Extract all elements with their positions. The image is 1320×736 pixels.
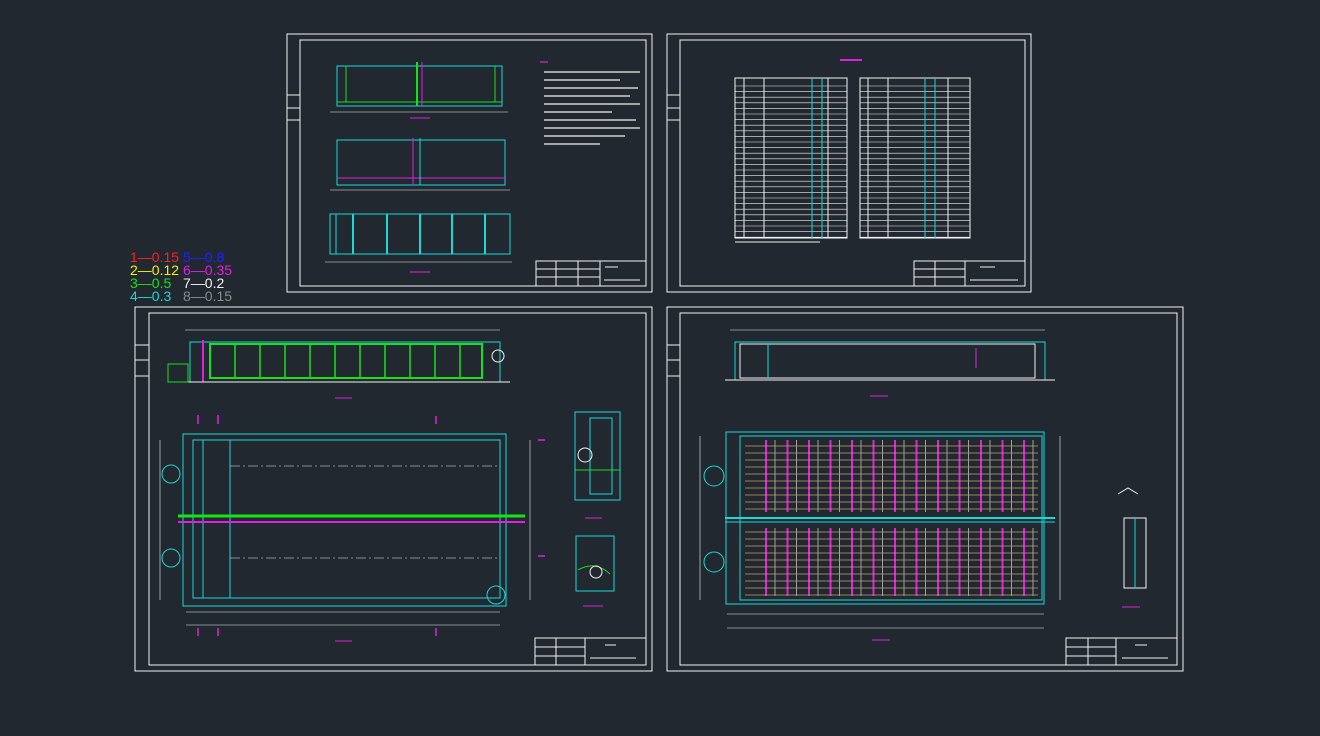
sheet-1 bbox=[286, 33, 653, 293]
sheet-3 bbox=[134, 306, 653, 672]
sheet-2 bbox=[666, 33, 1032, 293]
sheet-4 bbox=[666, 306, 1184, 672]
cad-drawing-canvas bbox=[134, 33, 1184, 672]
legend-entry-4: 4—0.3 bbox=[130, 288, 172, 304]
legend-entry-8: 8—0.15 bbox=[183, 288, 233, 304]
lineweight-legend: 1—0.15 2—0.12 3—0.5 4—0.3 5—0.8 6—0.35 7… bbox=[130, 250, 240, 304]
